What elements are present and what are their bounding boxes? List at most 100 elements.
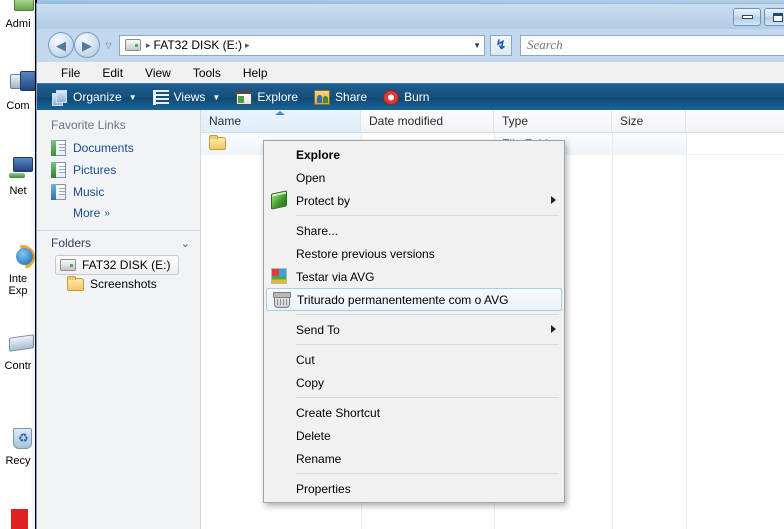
- desktop-icon-strip: Admi Com Net Inte Exp Contr ♻ Recy: [0, 0, 36, 529]
- breadcrumb-path[interactable]: FAT32 DISK (E:): [154, 38, 242, 52]
- column-header-size[interactable]: Size: [612, 110, 686, 132]
- desktop-icon-network[interactable]: Net: [0, 155, 36, 197]
- column-header-date-modified[interactable]: Date modified: [361, 110, 494, 132]
- toolbar-views-button[interactable]: Views ▼: [146, 88, 228, 107]
- back-arrow-icon: ◀: [56, 37, 66, 53]
- maximize-icon: [773, 12, 783, 22]
- desktop-icon-administrative-tools[interactable]: Admi: [0, 0, 36, 30]
- context-menu-item-explore[interactable]: Explore: [264, 143, 564, 166]
- chevron-down-icon: ⌄: [180, 237, 190, 250]
- column-header-name[interactable]: Name: [201, 110, 361, 132]
- recycle-bin-icon: ♻: [0, 425, 36, 455]
- toolbar-share-label: Share: [335, 90, 368, 104]
- toolbar-organize-label: Organize: [73, 90, 122, 104]
- chevron-down-icon: ▼: [128, 92, 137, 102]
- context-menu-label: Copy: [296, 375, 325, 390]
- chevron-down-icon: ▼: [212, 92, 221, 102]
- context-menu-item-send-to[interactable]: Send To: [264, 318, 564, 341]
- drive-icon: [125, 39, 141, 51]
- context-menu-item-cut[interactable]: Cut: [264, 348, 564, 371]
- explore-icon: [236, 89, 253, 105]
- context-menu-item-properties[interactable]: Properties: [264, 477, 564, 500]
- context-menu-item-create-shortcut[interactable]: Create Shortcut: [264, 401, 564, 424]
- music-icon: [51, 184, 66, 200]
- menu-tools[interactable]: Tools: [183, 64, 231, 82]
- context-menu-item-share[interactable]: Share...: [264, 219, 564, 242]
- column-header-label: Size: [620, 114, 644, 128]
- toolbar-explore-button[interactable]: Explore: [229, 88, 305, 107]
- menu-edit[interactable]: Edit: [92, 64, 133, 82]
- toolbar-views-label: Views: [173, 90, 206, 104]
- column-header-label: Date modified: [369, 114, 444, 128]
- context-menu-label: Restore previous versions: [296, 246, 435, 261]
- sidebar-item-label: Pictures: [73, 163, 117, 177]
- tree-item-fat32-disk[interactable]: FAT32 DISK (E:): [55, 255, 180, 275]
- menu-help[interactable]: Help: [233, 64, 278, 82]
- document-icon: [51, 140, 66, 156]
- sidebar-more-button[interactable]: More »: [37, 203, 200, 223]
- breadcrumb-separator-1: ▸: [146, 39, 151, 50]
- toolbar-organize-button[interactable]: Organize ▼: [45, 88, 144, 107]
- context-menu-separator: [296, 215, 559, 216]
- context-menu-item-copy[interactable]: Copy: [264, 371, 564, 394]
- network-icon: [0, 155, 36, 185]
- context-menu-item-restore-previous-versions[interactable]: Restore previous versions: [264, 242, 564, 265]
- desktop-icon-internet-explorer[interactable]: Inte Exp: [0, 243, 36, 297]
- desktop-icon-control-panel[interactable]: Contr: [0, 330, 36, 372]
- column-header-type[interactable]: Type: [494, 110, 612, 132]
- minimize-button[interactable]: [733, 8, 761, 26]
- context-menu-label: Triturado permanentemente com o AVG: [297, 292, 509, 307]
- desktop-icon-computer[interactable]: Com: [0, 70, 36, 112]
- column-header-spacer: [686, 110, 784, 132]
- toolbar-explore-label: Explore: [257, 90, 299, 104]
- context-menu-item-open[interactable]: Open: [264, 166, 564, 189]
- toolbar-share-button[interactable]: Share: [307, 88, 374, 107]
- favorite-links-section: Favorite Links Documents Pictures Music …: [37, 110, 200, 223]
- picture-icon: [51, 162, 66, 178]
- address-dropdown-icon[interactable]: ▼: [473, 36, 481, 55]
- context-menu-item-rename[interactable]: Rename: [264, 447, 564, 470]
- toolbar-burn-button[interactable]: Burn: [376, 88, 436, 107]
- search-box[interactable]: [520, 34, 784, 56]
- menu-file[interactable]: File: [51, 64, 90, 82]
- folders-header[interactable]: Folders ⌄: [37, 231, 200, 255]
- forward-button[interactable]: ▶: [74, 32, 100, 58]
- maximize-button[interactable]: [764, 8, 784, 26]
- context-menu-separator: [296, 344, 559, 345]
- context-menu-separator: [296, 314, 559, 315]
- tree-item-screenshots[interactable]: Screenshots: [37, 275, 200, 293]
- organize-icon: [52, 89, 68, 106]
- context-menu-item-delete[interactable]: Delete: [264, 424, 564, 447]
- address-bar[interactable]: ▸ FAT32 DISK (E:) ▸ ▼: [119, 34, 485, 56]
- favorite-links-header: Favorite Links: [51, 118, 126, 132]
- sidebar-item-label: Music: [73, 185, 105, 199]
- double-chevron-icon: »: [104, 207, 110, 219]
- column-header-label: Type: [502, 114, 529, 128]
- menu-view[interactable]: View: [135, 64, 181, 82]
- folders-header-label: Folders: [51, 236, 92, 250]
- context-menu-label: Create Shortcut: [296, 405, 381, 420]
- drive-icon: [60, 259, 76, 271]
- desktop-icon-label: Com: [6, 100, 30, 112]
- desktop-icon-recycle-bin[interactable]: ♻ Recy: [0, 425, 36, 467]
- sidebar-item-music[interactable]: Music: [37, 181, 200, 203]
- tree-item-label: Screenshots: [90, 277, 157, 291]
- folder-tools-icon: [0, 0, 36, 18]
- context-menu-label: Testar via AVG: [296, 269, 375, 284]
- refresh-button[interactable]: ↯: [490, 34, 512, 56]
- desktop-icon-label: Net: [9, 185, 27, 197]
- context-menu-item-protect-by[interactable]: Protect by: [264, 189, 564, 212]
- search-input[interactable]: [527, 36, 784, 54]
- sidebar-item-pictures[interactable]: Pictures: [37, 159, 200, 181]
- menu-bar: File Edit View Tools Help: [37, 61, 784, 83]
- burn-icon: [383, 89, 400, 105]
- breadcrumb-separator-2[interactable]: ▸: [242, 40, 253, 51]
- context-menu-item-testar-via-avg[interactable]: Testar via AVG: [264, 265, 564, 288]
- explorer-window: ◀ ▶ ▽ ▸ FAT32 DISK (E:) ▸ ▼ ↯ File Edit …: [36, 3, 784, 529]
- context-menu-item-triturado-avg[interactable]: Triturado permanentemente com o AVG: [266, 288, 562, 311]
- back-button[interactable]: ◀: [48, 32, 74, 58]
- history-dropdown-button[interactable]: ▽: [103, 41, 114, 50]
- sidebar-item-documents[interactable]: Documents: [37, 137, 200, 159]
- desktop-icon-label: Admi: [5, 18, 31, 30]
- context-menu-label: Properties: [296, 481, 351, 496]
